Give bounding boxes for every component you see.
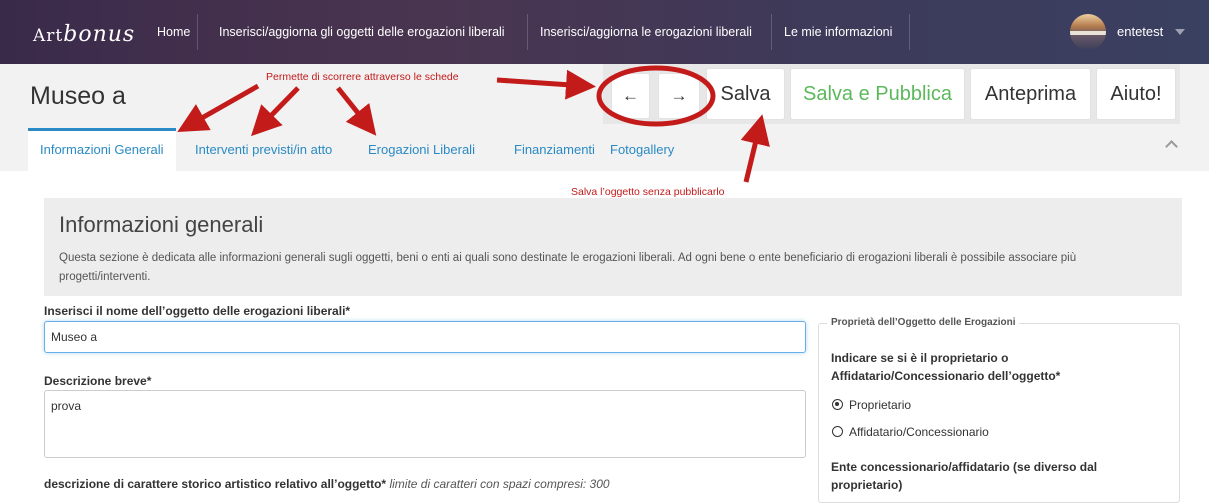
arrow-to-save [740, 114, 770, 183]
arrow-to-tab-3 [336, 86, 377, 136]
highlight-ellipse [596, 65, 716, 127]
annotation-overlay [177, 65, 770, 183]
arrow-to-tab-2 [251, 86, 300, 137]
arrow-to-tab-1 [177, 83, 260, 132]
annotation-scroll-tabs: Permette di scorrere attraverso le sched… [266, 71, 459, 83]
arrow-to-nav-buttons [496, 69, 596, 100]
annotation-save-note: Salva l’oggetto senza pubblicarlo [571, 186, 725, 198]
